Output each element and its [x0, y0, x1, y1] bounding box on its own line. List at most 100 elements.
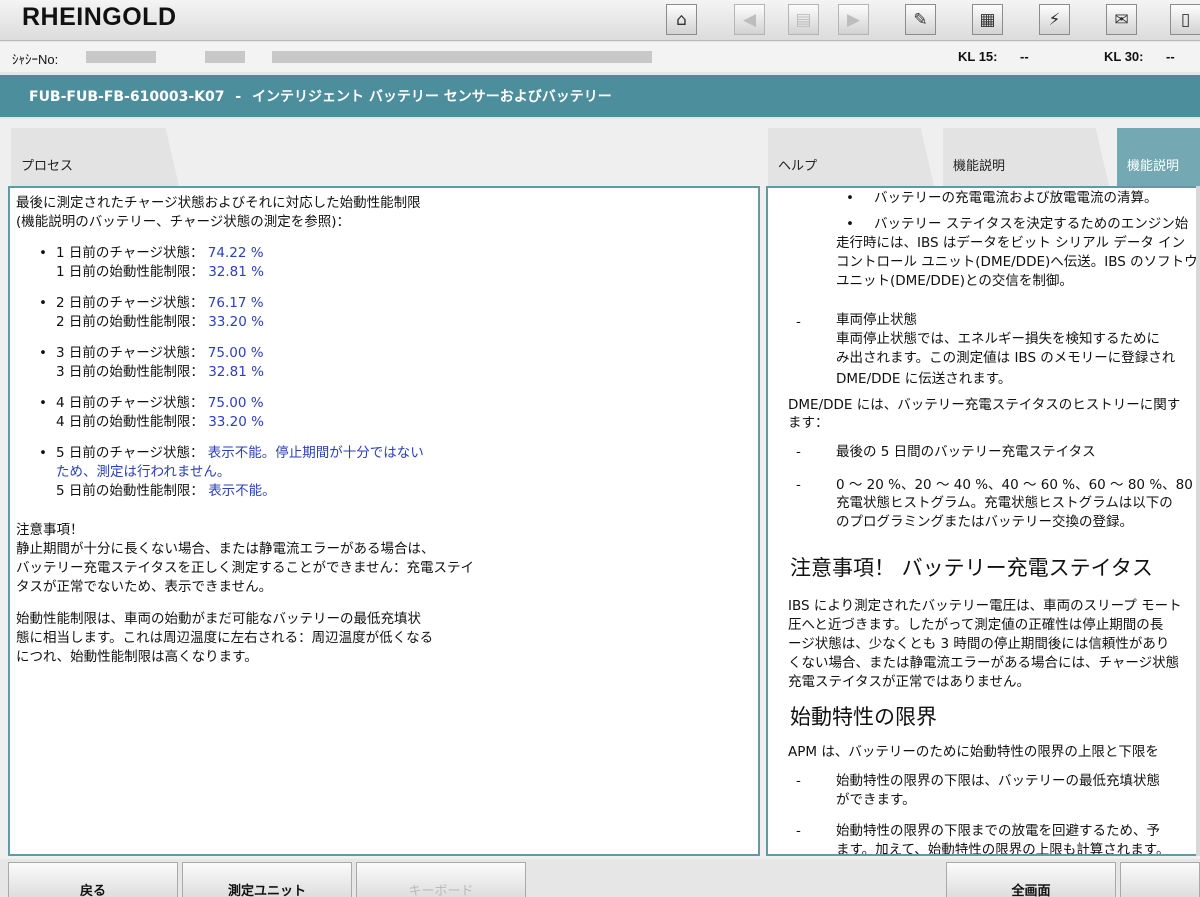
- battery-icon: ▯: [1180, 9, 1191, 30]
- description-line: ができます。: [836, 792, 916, 808]
- list-item: • 4 日前のチャージ状態： 75.00 % 4 日前の始動性能制限： 33.2…: [16, 394, 758, 432]
- extra-button[interactable]: [1120, 862, 1200, 897]
- description-line: ます。加えて、始動特性の限界の上限も計算されます。: [836, 842, 1170, 856]
- charge-value-continued: ため、測定は行われません。: [56, 464, 231, 480]
- diagnosis-icon: ▦: [979, 9, 996, 30]
- forward-arrow-icon: ▶: [846, 9, 861, 30]
- limit-label: 4 日前の始動性能制限：: [56, 414, 204, 430]
- battery-button[interactable]: ▯: [1170, 4, 1200, 35]
- mail-button[interactable]: ✉: [1106, 4, 1137, 35]
- description-line: 充電ステイタスが正常ではありません。: [788, 674, 1031, 690]
- bullet-icon: •: [846, 190, 854, 206]
- charge-label: 1 日前のチャージ状態：: [56, 245, 204, 261]
- charge-value: 76.17 %: [207, 295, 264, 311]
- bullet-icon: •: [39, 445, 47, 461]
- dash-icon: -: [796, 773, 801, 789]
- description-line: ージ状態は、少なくとも 3 時間の停止期間後には信頼性があり: [788, 636, 1170, 652]
- back-nav-button[interactable]: ◀: [734, 4, 765, 35]
- limit-value: 32.81 %: [208, 364, 264, 380]
- function-title: インテリジェント バッテリー センサーおよびバッテリー: [252, 89, 612, 105]
- note-section: 注意事項！ 静止期間が十分に長くない場合、または静電流エラーがある場合は、 バッ…: [16, 521, 758, 667]
- description-line: APM は、バッテリーのために始動特性の限界の上限と下限を: [788, 744, 1159, 760]
- tab-function-description[interactable]: 機能説明: [943, 128, 1109, 186]
- clipboard-button[interactable]: ▤: [788, 4, 819, 35]
- description-line: DME/DDE に伝送されます。: [836, 371, 1012, 387]
- list-item: • 2 日前のチャージ状態： 76.17 % 2 日前の始動性能制限： 33.2…: [16, 294, 758, 332]
- kl30-label: KL 30:: [1104, 49, 1144, 64]
- intro-line-1: 最後に測定されたチャージ状態およびそれに対応した始動性能制限: [16, 195, 421, 211]
- bullet-icon: •: [39, 245, 47, 261]
- description-line: DME/DDE には、バッテリー充電ステイタスのヒストリーに関す: [788, 397, 1181, 413]
- description-line: 圧へと近づきます。したがって測定値の正確性は停止期間の長: [788, 617, 1164, 633]
- measuring-unit-button[interactable]: 測定ユニット: [182, 862, 352, 897]
- charge-value: 74.22 %: [207, 245, 264, 261]
- charge-label: 5 日前のチャージ状態：: [56, 445, 204, 461]
- mail-icon: ✉: [1114, 9, 1129, 30]
- section-label: 車両停止状態: [836, 312, 917, 328]
- tab-help[interactable]: ヘルプ: [768, 128, 934, 186]
- section-heading: 注意事項！ バッテリー充電ステイタス: [790, 556, 1153, 580]
- redacted-info: [272, 51, 652, 63]
- description-line: くない場合、または静電流エラーがある場合には、チャージ状態: [788, 655, 1180, 671]
- charge-history-list: • 1 日前のチャージ状態： 74.22 % 1 日前の始動性能制限： 32.8…: [16, 244, 758, 501]
- paragraph-line: につれ、始動性能制限は高くなります。: [16, 649, 258, 665]
- charge-value: 75.00 %: [207, 345, 264, 361]
- note-line: タスが正常でないため、表示できません。: [16, 579, 273, 595]
- description-line: 充電状態ヒストグラム。充電状態ヒストグラムは以下の: [836, 495, 1173, 511]
- description-line: ます：: [788, 415, 829, 431]
- kl15-label: KL 15:: [958, 49, 998, 64]
- bullet-icon: •: [846, 216, 854, 232]
- dash-icon: -: [796, 823, 801, 839]
- note-line: バッテリー充電ステイタスを正しく測定することができません：充電ステイ: [16, 560, 475, 576]
- limit-value: 33.20 %: [208, 414, 264, 430]
- tab-process[interactable]: プロセス: [11, 128, 179, 186]
- limit-label: 3 日前の始動性能制限：: [56, 364, 204, 380]
- dash-icon: -: [796, 314, 801, 330]
- dash-icon: -: [796, 477, 801, 493]
- home-button[interactable]: ⌂: [666, 4, 697, 35]
- charge-value: 表示不能。停止期間が十分ではない: [207, 445, 424, 461]
- top-toolbar: RHEINGOLD ⌂ ◀ ▤ ▶ ✎ ▦ ⚡ ✉ ▯: [0, 0, 1200, 41]
- home-icon: ⌂: [676, 9, 687, 30]
- fullscreen-button[interactable]: 全画面: [946, 862, 1116, 897]
- diagnosis-button[interactable]: ▦: [972, 4, 1003, 35]
- charge-label: 2 日前のチャージ状態：: [56, 295, 204, 311]
- back-arrow-icon: ◀: [742, 9, 757, 30]
- description-line: 始動特性の限界の下限までの放電を回避するため、予: [836, 823, 1160, 839]
- charge-label: 3 日前のチャージ状態：: [56, 345, 204, 361]
- function-code: FUB-FUB-FB-610003-K07: [29, 89, 225, 105]
- connection-button[interactable]: ⚡: [1039, 4, 1070, 35]
- plug-icon: ⚡: [1048, 9, 1061, 30]
- forward-nav-button[interactable]: ▶: [838, 4, 869, 35]
- limit-value: 32.81 %: [208, 264, 264, 280]
- service-functions-button[interactable]: ✎: [905, 4, 936, 35]
- function-title-bar: FUB-FUB-FB-610003-K07 - インテリジェント バッテリー セ…: [0, 75, 1200, 117]
- description-line: バッテリーの充電電流および放電電流の清算。: [874, 190, 1158, 206]
- charge-value: 75.00 %: [207, 395, 264, 411]
- dash-icon: -: [796, 444, 801, 460]
- chassis-label: ｼｬｼｰNo:: [12, 52, 59, 67]
- description-line: 最後の 5 日間のバッテリー充電ステイタス: [836, 444, 1096, 460]
- intro-line-2: (機能説明のバッテリー、チャージ状態の測定を参照)：: [16, 214, 350, 230]
- limit-value: 33.20 %: [208, 314, 264, 330]
- app-title: RHEINGOLD: [22, 3, 177, 31]
- description-line: み出されます。この測定値は IBS のメモリーに登録され: [836, 350, 1176, 366]
- tab-function-description-active[interactable]: 機能説明: [1117, 128, 1200, 186]
- keyboard-button[interactable]: キーボード: [356, 862, 526, 897]
- clipboard-icon: ▤: [795, 9, 812, 30]
- description-line: 走行時には、IBS はデータをビット シリアル データ イン: [836, 235, 1186, 251]
- description-line: IBS により測定されたバッテリー電圧は、車両のスリープ モート: [788, 598, 1182, 614]
- right-panel-scrollbar[interactable]: [1196, 186, 1200, 856]
- description-line: 0 ～ 20 %、20 ～ 40 %、40 ～ 60 %、60 ～ 80 %、8…: [836, 477, 1193, 493]
- limit-label: 5 日前の始動性能制限：: [56, 483, 204, 499]
- paragraph-line: 態に相当します。これは周辺温度に左右される：周辺温度が低くなる: [16, 630, 434, 646]
- description-line: コントロール ユニット(DME/DDE)へ伝送。IBS のソフトウ: [836, 254, 1198, 270]
- vehicle-info-row: ｼｬｼｰNo: KL 15: -- KL 30: --: [0, 42, 1200, 72]
- description-line: バッテリー ステイタスを決定するためのエンジン始: [874, 216, 1189, 232]
- kl30-value: --: [1166, 49, 1175, 64]
- back-button[interactable]: 戻る: [8, 862, 178, 897]
- description-line: 車両停止状態では、エネルギー損失を検知するために: [836, 331, 1160, 347]
- kl15-value: --: [1020, 49, 1029, 64]
- limit-label: 1 日前の始動性能制限：: [56, 264, 204, 280]
- bullet-icon: •: [39, 395, 47, 411]
